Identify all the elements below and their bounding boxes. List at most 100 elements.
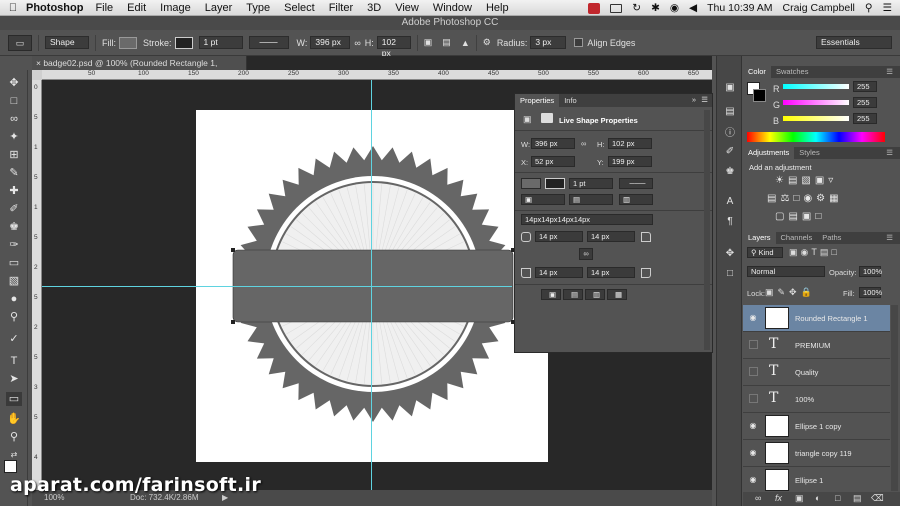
tool-presets-icon[interactable]: ✥ [722,248,738,262]
blur-tool-icon[interactable]: ● [6,292,22,306]
layer-name[interactable]: Rounded Rectangle 1 [795,314,868,323]
exclude-shapes-icon[interactable]: ▦ [607,289,627,300]
fx-icon[interactable]: fx [775,493,782,503]
layer-row[interactable]: ◉ triangle copy 119 [743,440,890,467]
menu-file[interactable]: File [95,2,113,14]
marquee-tool-icon[interactable]: □ [6,94,22,108]
path-arrangement-icon[interactable]: ▲ [461,38,470,48]
visibility-off-box[interactable] [749,340,758,349]
opacity-field[interactable]: 100% [859,266,882,277]
stroke-type-select[interactable]: ─── [248,36,289,49]
fill-swatch[interactable] [119,36,137,49]
subtract-shapes-icon[interactable]: ▤ [563,289,583,300]
ruler-origin[interactable] [32,70,42,80]
crop-tool-icon[interactable]: ⊞ [6,148,22,162]
layer-name[interactable]: triangle copy 119 [795,449,852,458]
eye-icon[interactable]: ◉ [747,475,759,485]
tool-mode-select[interactable]: Shape [45,36,89,49]
clone-source-icon[interactable]: ♚ [722,166,738,180]
lock-icons[interactable]: ▣✎✥🔒 [765,287,816,298]
tab-color[interactable]: Color [743,66,771,78]
type-tool-icon[interactable]: T [6,354,22,368]
guide-horizontal[interactable] [42,286,512,287]
panel-menu-icon[interactable]: ☰ [881,232,898,244]
layers-scrollbar[interactable] [891,305,898,491]
healing-tool-icon[interactable]: ✚ [6,184,22,198]
panel-menu-icon[interactable]: ☰ [701,95,708,104]
adjustment-icons-row-1[interactable]: ☀▤▧▣▿ [775,175,837,186]
intersect-shapes-icon[interactable]: ▥ [585,289,605,300]
stroke-type-select[interactable]: ─── [619,178,653,189]
menu-edit[interactable]: Edit [127,2,146,14]
workspace-select[interactable]: Essentials [816,36,892,49]
x-field[interactable]: 52 px [531,156,575,167]
stroke-swatch[interactable] [174,36,193,49]
layer-row[interactable]: ◉ Ellipse 1 copy [743,413,890,440]
apple-icon[interactable]:  [0,2,26,14]
fill-field[interactable]: 100% [859,287,882,298]
menu-view[interactable]: View [395,2,419,14]
menu-filter[interactable]: Filter [329,2,353,14]
lasso-tool-icon[interactable]: ∞ [6,112,22,126]
menu-window[interactable]: Window [433,2,472,14]
hand-tool-icon[interactable]: ✋ [6,412,22,426]
combine-shapes-icon[interactable]: ▣ [541,289,561,300]
layer-name[interactable]: PREMIUM [795,341,830,350]
corner-tr-field[interactable]: 14 px [587,231,635,242]
menu-3d[interactable]: 3D [367,2,381,14]
layer-name[interactable]: 100% [795,395,814,404]
panel-menu-icon[interactable]: ☰ [881,147,898,159]
ruler-vertical[interactable]: 0 5 1 5 1 5 2 5 2 5 3 5 4 [32,80,42,490]
stroke-caps-select[interactable]: ▤ [569,194,613,205]
corner-bl-field[interactable]: 14 px [535,267,583,278]
adjustment-icons-row-2[interactable]: ▤⚖□◉⚙▦ [767,193,843,204]
history-brush-tool-icon[interactable]: ✑ [6,238,22,252]
info-icon[interactable]: ⓘ [722,124,738,139]
brush-presets-icon[interactable]: ✐ [722,146,738,160]
brush-tool-icon[interactable]: ✐ [6,202,22,216]
tab-swatches[interactable]: Swatches [771,66,814,78]
stroke-align-select[interactable]: ▣ [521,194,565,205]
menu-select[interactable]: Select [284,2,315,14]
notification-icon[interactable]: ☰ [883,2,892,14]
eye-icon[interactable]: ◉ [747,421,759,431]
height-field[interactable]: 102 px [376,36,411,58]
radius-field[interactable]: 3 px [530,36,567,49]
properties-scrollbar[interactable] [704,110,710,350]
visibility-off-box[interactable] [749,394,758,403]
layer-name[interactable]: Ellipse 1 [795,476,823,485]
rounded-rect-tool-preset-icon[interactable]: ▭ [8,34,32,51]
width-field[interactable]: 396 px [310,36,351,49]
new-layer-icon[interactable]: ▤ [853,493,862,504]
layer-filter-select[interactable]: ⚲ Kind [747,247,783,258]
stroke-width-field[interactable]: 1 pt [569,178,613,189]
dodge-tool-icon[interactable]: ⚲ [6,310,22,324]
width-field[interactable]: 396 px [531,138,575,149]
eraser-tool-icon[interactable]: ▭ [6,256,22,270]
layer-row[interactable]: T Quality [743,359,890,386]
menu-type[interactable]: Type [246,2,270,14]
height-field[interactable]: 102 px [608,138,652,149]
menu-help[interactable]: Help [486,2,509,14]
rounded-rectangle-tool-icon[interactable]: ▭ [6,392,22,406]
tab-styles[interactable]: Styles [794,147,824,159]
visibility-off-box[interactable] [749,367,758,376]
tab-adjustments[interactable]: Adjustments [743,147,795,159]
pen-tool-icon[interactable]: ✓ [6,332,22,346]
blend-mode-select[interactable]: Normal [747,266,825,277]
stroke-corners-select[interactable]: ▥ [619,194,653,205]
g-field[interactable]: 255 [853,97,877,108]
quick-select-tool-icon[interactable]: ✦ [6,130,22,144]
path-operations-icon[interactable]: ▣ [424,37,433,48]
eye-icon[interactable]: ◉ [747,313,759,323]
layer-row[interactable]: ◉ Ellipse 1 [743,467,890,494]
tab-info[interactable]: Info [559,94,582,107]
app-menu[interactable]: Photoshop [26,2,83,14]
new-group-icon[interactable]: □ [835,493,840,503]
menu-layer[interactable]: Layer [205,2,233,14]
background-color-swatch[interactable] [753,89,766,102]
layer-filter-icons[interactable]: ▣◉T▤□ [789,247,840,258]
eyedropper-tool-icon[interactable]: ✎ [6,166,22,180]
menu-image[interactable]: Image [160,2,191,14]
layer-row[interactable]: ◉ Rounded Rectangle 1 [743,305,890,332]
